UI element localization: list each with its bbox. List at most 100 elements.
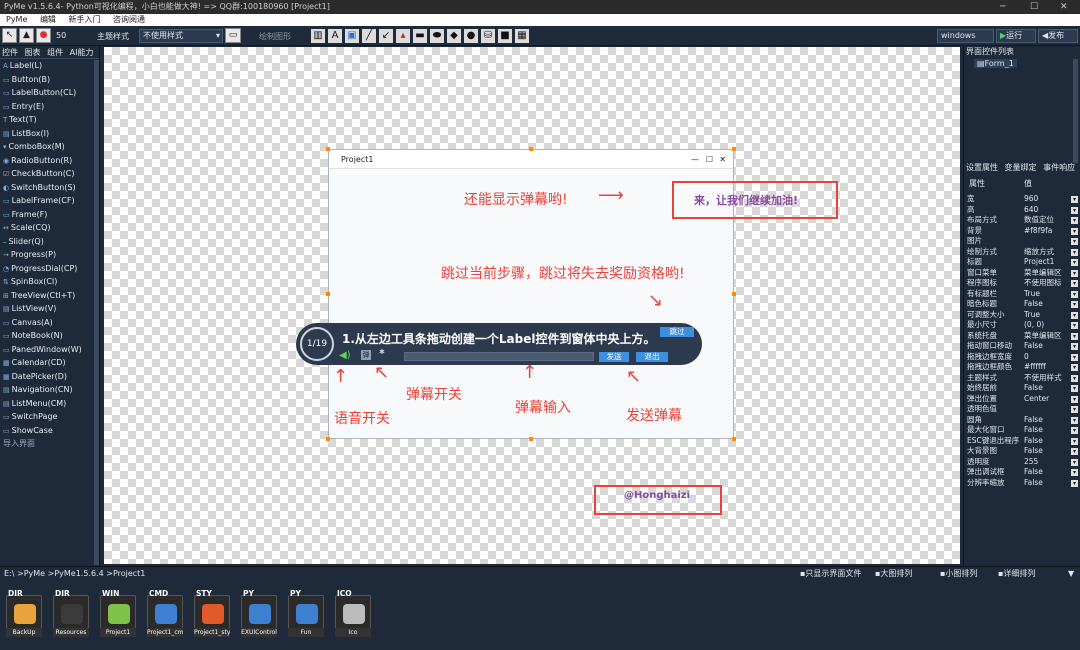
circle-tool-icon[interactable]: ● [464, 29, 478, 43]
property-edit-icon[interactable]: ▾ [1071, 259, 1078, 266]
property-row[interactable]: 透明度 255 ▾ [967, 457, 1078, 468]
small-icons-option[interactable]: ▪小图排列 [940, 567, 977, 580]
tab-components[interactable]: 组件 [45, 46, 65, 59]
property-value[interactable]: False [1024, 341, 1043, 352]
control-item[interactable]: ▭ LabelButton(CL) [0, 86, 99, 100]
resize-handle[interactable] [732, 292, 736, 296]
property-row[interactable]: 背景 #f8f9fa ▾ [967, 226, 1078, 237]
property-edit-icon[interactable]: ▾ [1071, 196, 1078, 203]
record-tool-icon[interactable]: ● [36, 28, 51, 43]
resize-handle[interactable] [732, 437, 736, 441]
control-item[interactable]: ▾ ComboBox(M) [0, 140, 99, 154]
property-row[interactable]: 标题 Project1 ▾ [967, 257, 1078, 268]
property-row[interactable]: 分辨率缩放 False ▾ [967, 478, 1078, 489]
control-item[interactable]: ▦ DatePicker(D) [0, 370, 99, 384]
file-item[interactable]: WIN Project1 [100, 589, 136, 637]
control-item[interactable]: ◐ SwitchButton(S) [0, 181, 99, 195]
control-item[interactable]: A Label(L) [0, 59, 99, 73]
zoom-value[interactable]: 50 [56, 31, 66, 40]
square-tool-icon[interactable]: ■ [498, 29, 512, 43]
tab-events[interactable]: 事件响应 [1041, 161, 1077, 174]
property-value[interactable]: 缩放方式 [1024, 247, 1054, 258]
property-edit-icon[interactable]: ▾ [1071, 227, 1078, 235]
property-edit-icon[interactable]: ▾ [1071, 301, 1078, 308]
property-edit-icon[interactable]: ▾ [1071, 385, 1078, 392]
exit-button[interactable]: 退出 [636, 352, 668, 362]
control-item[interactable]: ▤ ListBox(I) [0, 127, 99, 141]
control-item[interactable]: ▭ NoteBook(N) [0, 329, 99, 343]
property-value[interactable]: False [1024, 446, 1043, 457]
speaker-icon[interactable]: ◀) [339, 350, 351, 361]
property-row[interactable]: 系统托盘 菜单编辑区 ▾ [967, 331, 1078, 342]
control-item[interactable]: ↔ Scale(CQ) [0, 221, 99, 235]
arrow-line-icon[interactable]: ↙ [379, 29, 393, 43]
control-item[interactable]: ◉ RadioButton(R) [0, 154, 99, 168]
property-row[interactable]: 弹出调试框 False ▾ [967, 467, 1078, 478]
resize-handle[interactable] [732, 147, 736, 151]
resize-handle[interactable] [326, 437, 330, 441]
tab-properties[interactable]: 设置属性 [964, 161, 1000, 174]
property-value[interactable]: (0, 0) [1024, 320, 1044, 331]
property-edit-icon[interactable]: ▾ [1071, 248, 1078, 256]
control-item[interactable]: ☑ CheckButton(C) [0, 167, 99, 181]
tab-controls[interactable]: 控件 [0, 46, 20, 59]
property-value[interactable]: 菜单编辑区 [1024, 331, 1062, 342]
property-edit-icon[interactable]: ▾ [1071, 364, 1078, 371]
ellipse-tool-icon[interactable]: ⬬ [430, 29, 444, 43]
property-edit-icon[interactable]: ▾ [1071, 479, 1078, 487]
maximize-button[interactable]: ☐ [1030, 0, 1038, 14]
property-row[interactable]: 透明色值 ▾ [967, 404, 1078, 415]
property-edit-icon[interactable]: ▾ [1071, 353, 1078, 361]
property-value[interactable]: 960 [1024, 194, 1038, 205]
control-item[interactable]: T Text(T) [0, 113, 99, 127]
property-row[interactable]: 拖拽边框宽度 0 ▾ [967, 352, 1078, 363]
picture-tool-icon[interactable]: ▣ [345, 29, 359, 43]
publish-button[interactable]: ◀发布 [1038, 29, 1078, 43]
file-item[interactable]: PY Fun [288, 589, 324, 637]
image-tool-icon[interactable]: ▲ [19, 28, 34, 43]
property-edit-icon[interactable]: ▾ [1071, 343, 1078, 350]
run-button[interactable]: ▶运行 [996, 29, 1036, 43]
select-tool-icon[interactable]: ↖ [2, 28, 17, 43]
property-edit-icon[interactable]: ▾ [1071, 238, 1078, 245]
control-item[interactable]: ▭ LabelFrame(CF) [0, 194, 99, 208]
property-row[interactable]: 程序图标 不使用图标 ▾ [967, 278, 1078, 289]
property-row[interactable]: 圆角 False ▾ [967, 415, 1078, 426]
property-row[interactable]: 宽 960 ▾ [967, 194, 1078, 205]
property-row[interactable]: 布局方式 数值定位 ▾ [967, 215, 1078, 226]
property-value[interactable]: False [1024, 436, 1043, 447]
property-value[interactable]: 不使用样式 [1024, 373, 1062, 384]
property-value[interactable]: 0 [1024, 352, 1029, 363]
property-edit-icon[interactable]: ▾ [1071, 427, 1078, 434]
property-row[interactable]: 主题样式 不使用样式 ▾ [967, 373, 1078, 384]
trash-icon[interactable]: ▥ [311, 29, 325, 43]
only-ui-files-option[interactable]: ▪只显示界面文件 [800, 567, 861, 580]
comment-icon[interactable]: ▭ [225, 28, 241, 43]
resize-handle[interactable] [529, 147, 533, 151]
close-button[interactable]: ✕ [1060, 0, 1068, 14]
palette-scrollbar[interactable] [94, 60, 99, 565]
control-item[interactable]: → Progress(P) [0, 248, 99, 262]
control-item[interactable]: ⇅ SpinBox(CI) [0, 275, 99, 289]
platform-combo[interactable]: windows [937, 29, 994, 43]
property-edit-icon[interactable]: ▾ [1071, 311, 1078, 319]
file-item[interactable]: PY EXUIControl [241, 589, 277, 637]
resize-handle[interactable] [326, 292, 330, 296]
control-item[interactable]: ▭ Button(B) [0, 73, 99, 87]
property-row[interactable]: 拖拽边框颜色 #ffffff ▾ [967, 362, 1078, 373]
tree-item-form[interactable]: ▤Form_1 [974, 59, 1017, 68]
property-edit-icon[interactable]: ▾ [1071, 437, 1078, 445]
danmu-toggle-icon[interactable]: 弹 [361, 350, 371, 360]
control-item[interactable]: ▤ ListView(V) [0, 302, 99, 316]
property-edit-icon[interactable]: ▾ [1071, 290, 1078, 298]
danmu-input[interactable] [404, 352, 594, 361]
property-value[interactable]: 菜单编辑区 [1024, 268, 1062, 279]
control-item[interactable]: ▭ Frame(F) [0, 208, 99, 222]
property-edit-icon[interactable]: ▾ [1071, 374, 1078, 382]
property-row[interactable]: 图片 ▾ [967, 236, 1078, 247]
property-value[interactable]: 数值定位 [1024, 215, 1054, 226]
text-tool-icon[interactable]: A [328, 29, 342, 43]
file-item[interactable]: ICO Ico [335, 589, 371, 637]
property-row[interactable]: 绘制方式 缩放方式 ▾ [967, 247, 1078, 258]
property-row[interactable]: 拖动窗口移动 False ▾ [967, 341, 1078, 352]
